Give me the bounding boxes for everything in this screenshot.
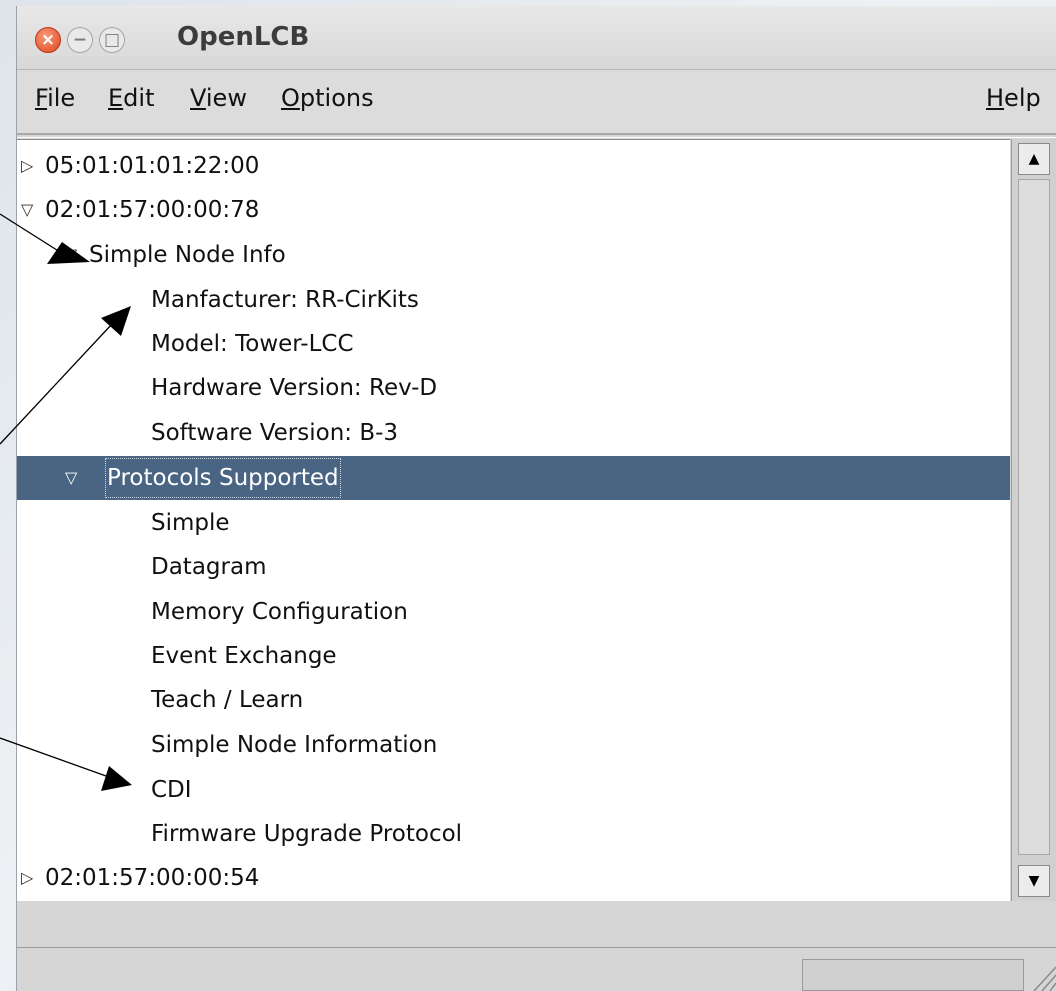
scroll-up-arrow-icon[interactable]: ▲ xyxy=(1018,143,1050,175)
tree-row-node[interactable]: ▽ 02:01:57:00:00:78 xyxy=(17,188,1010,232)
tree-row-group-selected[interactable]: ▽ Protocols Supported xyxy=(17,456,1010,500)
tree-row-leaf[interactable]: Hardware Version: Rev-D xyxy=(17,366,1010,410)
tree-row-leaf[interactable]: Teach / Learn xyxy=(17,678,1010,722)
status-area xyxy=(17,901,1056,991)
tree-row-leaf[interactable]: Model: Tower-LCC xyxy=(17,322,1010,366)
tree-row-label: Simple xyxy=(151,510,230,536)
tree-row-leaf[interactable]: Manfacturer: RR-CirKits xyxy=(17,278,1010,322)
expanded-arrow-icon[interactable]: ▽ xyxy=(65,456,77,500)
tree-row-leaf[interactable]: Memory Configuration xyxy=(17,590,1010,634)
tree-row-label: Teach / Learn xyxy=(151,687,304,713)
tree-row-label: 02:01:57:00:00:54 xyxy=(45,865,260,891)
collapsed-arrow-icon[interactable]: ▷ xyxy=(21,144,33,188)
menu-options[interactable]: Options xyxy=(281,84,374,112)
menu-file-mnemonic: F xyxy=(35,84,48,112)
tree-row-node[interactable]: ▷ 05:01:01:01:22:00 xyxy=(17,144,1010,188)
menu-file-label: ile xyxy=(47,84,76,112)
tree-row-leaf[interactable]: Firmware Upgrade Protocol xyxy=(17,812,1010,856)
tree-row-leaf[interactable]: Simple Node Information xyxy=(17,723,1010,767)
menu-options-label: ptions xyxy=(299,84,374,112)
tree-row-label: Memory Configuration xyxy=(151,599,408,625)
scroll-down-arrow-icon[interactable]: ▼ xyxy=(1018,865,1050,897)
menu-edit[interactable]: Edit xyxy=(108,84,154,112)
tree-row-label: Firmware Upgrade Protocol xyxy=(151,821,463,847)
close-window-button[interactable]: × xyxy=(35,27,61,53)
menu-help-mnemonic: H xyxy=(986,84,1005,112)
tree-row-leaf[interactable]: Software Version: B-3 xyxy=(17,411,1010,455)
status-field xyxy=(802,959,1024,991)
tree-row-label: 02:01:57:00:00:78 xyxy=(45,197,260,223)
expanded-arrow-icon[interactable]: ▽ xyxy=(21,188,33,232)
tree-row-label: Datagram xyxy=(151,554,267,580)
menu-view-label: iew xyxy=(205,84,247,112)
menu-separator-highlight xyxy=(17,137,1056,138)
node-tree[interactable]: ▷ 05:01:01:01:22:00 ▽ 02:01:57:00:00:78 … xyxy=(17,139,1010,902)
status-divider xyxy=(17,947,1056,948)
scrollbar-thumb[interactable] xyxy=(1018,179,1050,855)
tree-row-group[interactable]: ▽ Simple Node Info xyxy=(17,233,1010,277)
menu-view[interactable]: View xyxy=(190,84,247,112)
tree-row-label: Hardware Version: Rev-D xyxy=(151,375,438,401)
tree-row-node[interactable]: ▷ 02:01:57:00:00:54 xyxy=(17,856,1010,900)
tree-row-label: CDI xyxy=(151,777,192,803)
tree-row-label: Software Version: B-3 xyxy=(151,420,399,446)
menu-separator xyxy=(17,133,1056,135)
tree-row-label: 05:01:01:01:22:00 xyxy=(45,153,260,179)
tree-row-leaf[interactable]: Datagram xyxy=(17,545,1010,589)
tree-row-label: Simple Node Info xyxy=(89,242,286,268)
tree-row-leaf[interactable]: CDI xyxy=(17,768,1010,812)
title-bar[interactable]: × − □ OpenLCB xyxy=(17,6,1056,70)
collapsed-arrow-icon[interactable]: ▷ xyxy=(21,856,33,900)
tree-row-leaf[interactable]: Event Exchange xyxy=(17,634,1010,678)
menu-file[interactable]: File xyxy=(35,84,75,112)
tree-row-label: Protocols Supported xyxy=(105,458,341,498)
openlcb-window: × − □ OpenLCB File Edit View Options Hel… xyxy=(16,6,1056,991)
maximize-icon: □ xyxy=(103,30,121,50)
tree-row-label: Model: Tower-LCC xyxy=(151,331,354,357)
menu-view-mnemonic: V xyxy=(190,84,206,112)
menu-help-label: elp xyxy=(1004,84,1041,112)
menu-edit-mnemonic: E xyxy=(108,84,124,112)
menu-options-mnemonic: O xyxy=(281,84,300,112)
vertical-scrollbar[interactable]: ▲ ▼ xyxy=(1011,139,1056,901)
tree-row-leaf[interactable]: Simple xyxy=(17,501,1010,545)
menu-bar: File Edit View Options Help xyxy=(17,70,1056,134)
tree-row-label: Simple Node Information xyxy=(151,732,438,758)
minimize-icon: − xyxy=(72,30,88,50)
window-title: OpenLCB xyxy=(177,22,310,52)
expanded-arrow-icon[interactable]: ▽ xyxy=(65,233,77,277)
maximize-window-button[interactable]: □ xyxy=(99,27,125,53)
minimize-window-button[interactable]: − xyxy=(67,27,93,53)
resize-grip-icon[interactable] xyxy=(1029,959,1056,991)
menu-edit-label: dit xyxy=(123,84,155,112)
tree-row-label: Manfacturer: RR-CirKits xyxy=(151,287,419,313)
menu-help[interactable]: Help xyxy=(986,84,1041,112)
tree-row-label: Event Exchange xyxy=(151,643,337,669)
close-icon: × xyxy=(40,30,56,50)
